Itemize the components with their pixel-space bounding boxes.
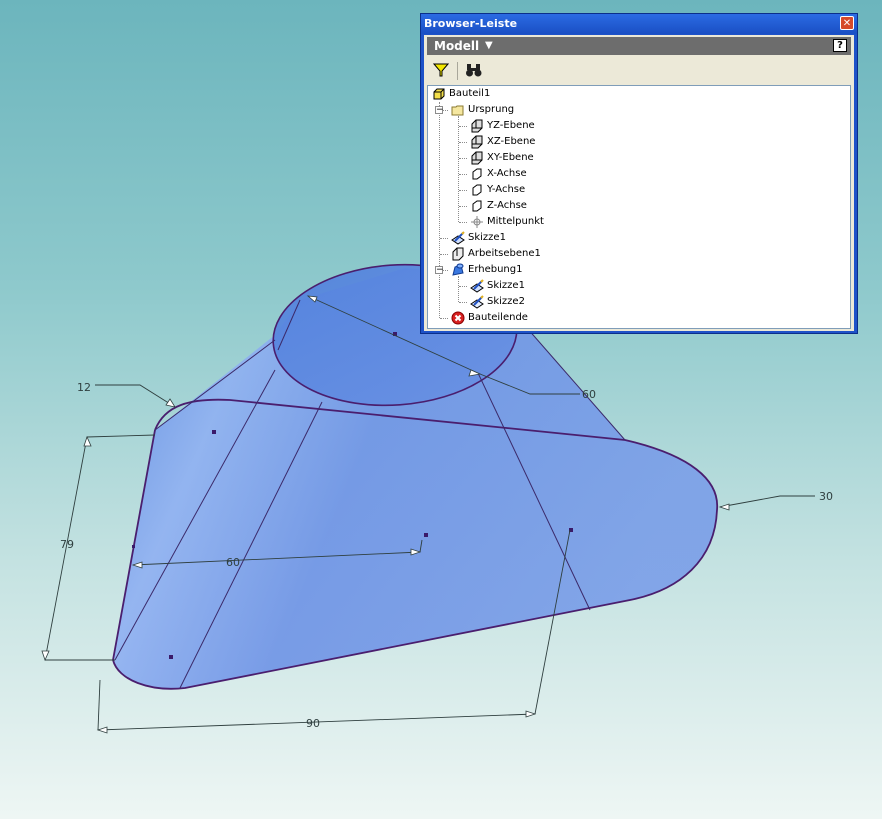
sketch-icon xyxy=(451,231,465,245)
loft-icon xyxy=(451,263,465,277)
model-dropdown-label: Modell xyxy=(434,39,480,53)
end-of-part-icon xyxy=(451,311,465,325)
browser-panel[interactable]: Browser-Leiste ✕ Modell ▼ ? − − Bauteil1… xyxy=(420,13,858,334)
axis-icon xyxy=(470,167,484,181)
expand-erhebung-toggle[interactable]: − xyxy=(435,266,444,275)
axis-icon xyxy=(470,199,484,213)
axis-icon xyxy=(470,183,484,197)
dim-60-left-label[interactable]: 60 xyxy=(226,556,240,569)
filter-icon[interactable] xyxy=(432,62,451,78)
workplane-icon xyxy=(451,247,465,261)
plane-icon xyxy=(470,119,484,133)
chevron-down-icon: ▼ xyxy=(485,40,493,51)
dim-60-top-label[interactable]: 60 xyxy=(582,388,596,401)
plane-icon xyxy=(470,135,484,149)
folder-icon xyxy=(451,103,465,117)
browser-title: Browser-Leiste xyxy=(424,17,518,30)
close-button[interactable]: ✕ xyxy=(840,16,854,30)
browser-body: Modell ▼ ? − − Bauteil1 Ursprung YZ-Eben… xyxy=(424,35,854,331)
part-icon xyxy=(432,87,446,101)
point-icon xyxy=(470,215,484,229)
dim-30-label[interactable]: 30 xyxy=(819,490,833,503)
dim-90-label[interactable]: 90 xyxy=(306,717,320,730)
binoculars-icon[interactable] xyxy=(465,62,483,78)
browser-titlebar[interactable]: Browser-Leiste ✕ xyxy=(421,14,857,34)
sketch-icon xyxy=(470,295,484,309)
sketch-icon xyxy=(470,279,484,293)
dim-79-label[interactable]: 79 xyxy=(60,538,74,551)
toolbar-separator xyxy=(457,62,458,80)
expand-ursprung-toggle[interactable]: − xyxy=(435,106,444,115)
help-button[interactable]: ? xyxy=(833,39,847,52)
dim-12-label[interactable]: 12 xyxy=(77,381,91,394)
model-tree[interactable]: − − Bauteil1 Ursprung YZ-Ebene XZ-Ebene … xyxy=(427,85,851,329)
model-dropdown[interactable]: Modell ▼ ? xyxy=(427,37,851,55)
browser-toolbar xyxy=(427,57,851,83)
plane-icon xyxy=(470,151,484,165)
